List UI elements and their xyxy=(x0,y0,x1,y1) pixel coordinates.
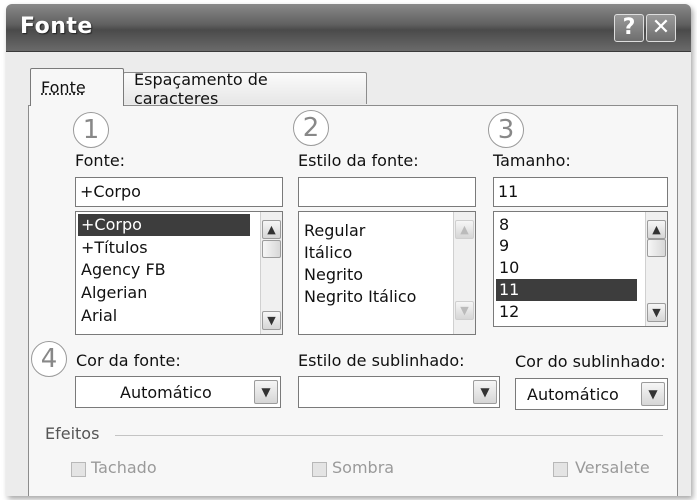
callout-1: 1 xyxy=(73,112,109,148)
size-label: Tamanho: xyxy=(493,151,571,170)
font-dialog: Fonte ? ✕ Espaçamento de caracteres Font… xyxy=(6,4,691,496)
font-color-value: Automático xyxy=(120,383,212,402)
size-list-scrollbar[interactable]: ▲ ▼ xyxy=(645,212,667,326)
effects-divider xyxy=(115,435,663,436)
tab-label: Espaçamento de caracteres xyxy=(134,69,268,108)
small-caps-checkbox[interactable] xyxy=(553,462,568,477)
tab-label: Fonte xyxy=(41,78,86,97)
strikethrough-label: Tachado xyxy=(91,458,157,477)
list-item[interactable]: 8 xyxy=(496,214,509,236)
scroll-up-icon[interactable]: ▲ xyxy=(647,220,666,239)
list-item[interactable]: +Corpo xyxy=(78,214,250,236)
callout-2: 2 xyxy=(293,110,329,146)
tab-character-spacing[interactable]: Espaçamento de caracteres xyxy=(123,70,367,108)
font-style-label: Estilo da fonte: xyxy=(298,151,419,170)
underline-color-label: Cor do sublinhado: xyxy=(515,352,666,371)
close-button[interactable]: ✕ xyxy=(646,14,676,42)
shadow-label: Sombra xyxy=(332,458,395,477)
help-button[interactable]: ? xyxy=(614,14,644,42)
scroll-down-icon[interactable]: ▼ xyxy=(262,311,281,330)
callout-4: 4 xyxy=(31,341,67,377)
font-style-input[interactable] xyxy=(298,177,476,207)
list-item[interactable]: Arial xyxy=(78,305,117,327)
close-icon: ✕ xyxy=(651,15,671,40)
font-label: Fonte: xyxy=(75,151,126,170)
size-input[interactable]: 11 xyxy=(493,177,668,207)
chevron-down-icon[interactable]: ▼ xyxy=(254,380,278,404)
list-item[interactable]: Agency FB xyxy=(78,259,166,281)
font-list-scrollbar[interactable]: ▲ ▼ xyxy=(260,212,282,334)
scroll-up-icon[interactable]: ▲ xyxy=(455,220,474,239)
dialog-body: Espaçamento de caracteres Fonte 1 2 3 4 … xyxy=(6,52,691,496)
font-style-list-scrollbar[interactable]: ▲ ▼ xyxy=(453,212,475,334)
small-caps-label: Versalete xyxy=(575,458,650,477)
list-item[interactable]: 10 xyxy=(496,257,519,279)
tab-panel-font: 1 2 3 4 Fonte: +Corpo +Corpo +Títulos Ag… xyxy=(28,105,678,496)
title-bar: Fonte ? ✕ xyxy=(6,4,691,52)
scroll-thumb[interactable] xyxy=(262,240,281,258)
list-item[interactable]: Regular xyxy=(301,220,365,242)
font-color-label: Cor da fonte: xyxy=(76,351,181,370)
underline-style-dropdown[interactable]: ▼ xyxy=(298,376,500,408)
list-item[interactable]: 12 xyxy=(496,301,519,323)
list-item[interactable]: +Títulos xyxy=(78,237,148,259)
effects-group-label: Efeitos xyxy=(45,424,100,443)
list-item[interactable]: Negrito xyxy=(301,264,363,286)
scroll-down-icon[interactable]: ▼ xyxy=(647,303,666,322)
font-style-list[interactable]: Regular Itálico Negrito Negrito Itálico … xyxy=(298,211,476,335)
list-item[interactable]: 9 xyxy=(496,235,509,257)
callout-3: 3 xyxy=(488,112,524,148)
list-item[interactable]: Negrito Itálico xyxy=(301,286,416,308)
scroll-thumb[interactable] xyxy=(647,239,666,257)
underline-color-dropdown[interactable]: Automático ▼ xyxy=(515,378,668,410)
font-color-dropdown[interactable]: Automático ▼ xyxy=(75,376,281,408)
font-list[interactable]: +Corpo +Títulos Agency FB Algerian Arial… xyxy=(75,211,283,335)
font-input[interactable]: +Corpo xyxy=(75,177,283,207)
list-item[interactable]: Algerian xyxy=(78,282,147,304)
underline-color-value: Automático xyxy=(527,385,619,404)
size-list[interactable]: 8 9 10 11 12 ▲ ▼ xyxy=(493,211,668,327)
list-item[interactable]: 11 xyxy=(496,279,637,301)
chevron-down-icon[interactable]: ▼ xyxy=(473,380,497,404)
scroll-down-icon[interactable]: ▼ xyxy=(455,301,474,320)
shadow-checkbox[interactable] xyxy=(312,462,327,477)
tab-font[interactable]: Fonte xyxy=(30,68,124,106)
list-item[interactable]: Itálico xyxy=(301,242,352,264)
scroll-up-icon[interactable]: ▲ xyxy=(262,220,281,239)
underline-style-label: Estilo de sublinhado: xyxy=(298,351,465,370)
dialog-title: Fonte xyxy=(20,14,93,39)
help-icon: ? xyxy=(622,15,636,40)
strikethrough-checkbox[interactable] xyxy=(71,462,86,477)
chevron-down-icon[interactable]: ▼ xyxy=(641,382,665,406)
